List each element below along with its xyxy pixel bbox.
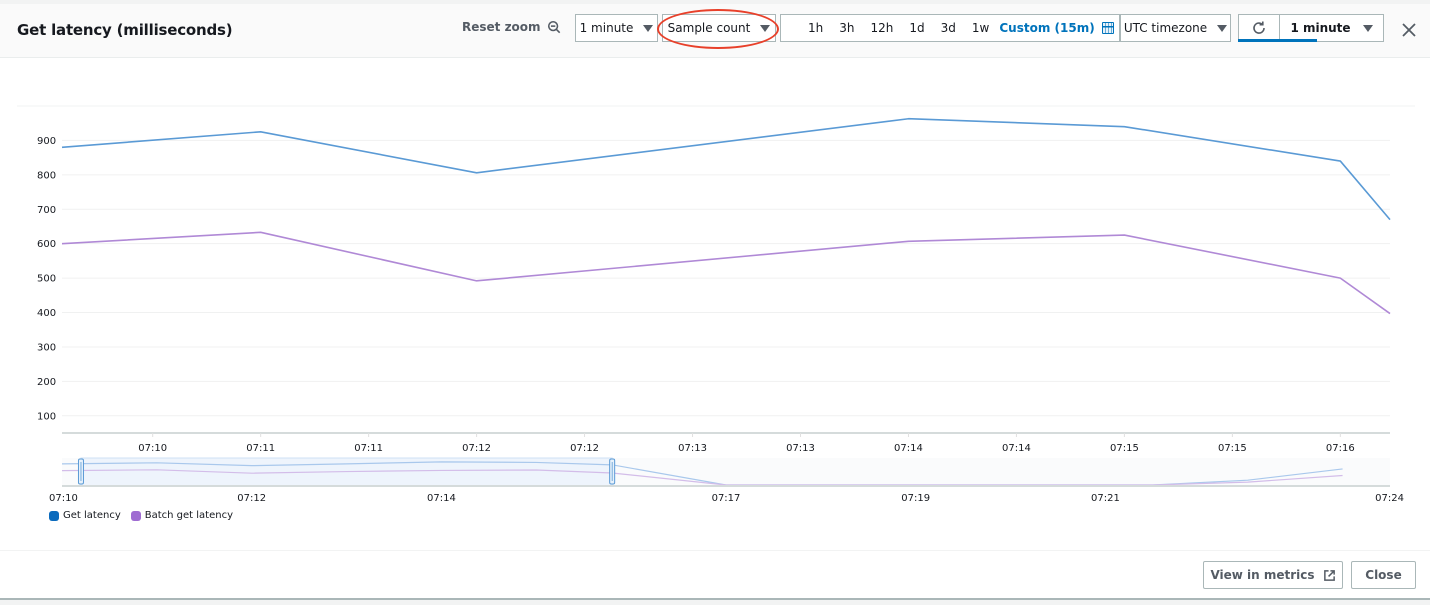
time-range-selector: 1h 3h 12h 1d 3d 1w Custom (15m): [780, 14, 1120, 42]
x-tick-label: 07:12: [570, 443, 599, 454]
statistic-select[interactable]: Sample count: [662, 14, 776, 42]
x-tick-label: 07:11: [246, 443, 275, 454]
series-line-get-latency: [61, 117, 1391, 221]
calendar-icon: [1101, 22, 1114, 34]
time-range-1h[interactable]: 1h: [800, 21, 831, 35]
navigator-tick-label: 07:10: [49, 493, 78, 504]
refresh-button[interactable]: [1238, 14, 1280, 42]
custom-range-label: Custom (15m): [999, 21, 1095, 35]
x-tick-label: 07:15: [1110, 443, 1139, 454]
legend-item-batch-get-latency[interactable]: Batch get latency: [130, 510, 233, 521]
time-range-3h[interactable]: 3h: [831, 21, 862, 35]
metric-detail-modal: Get latency (milliseconds) Reset zoom 1 …: [0, 4, 1430, 600]
time-range-12h[interactable]: 12h: [863, 21, 902, 35]
refresh-icon: [1253, 21, 1265, 34]
x-tick-label: 07:14: [1002, 443, 1031, 454]
x-tick-label: 07:15: [1218, 443, 1247, 454]
timezone-select-value: UTC timezone: [1123, 21, 1208, 35]
time-range-1w[interactable]: 1w: [964, 21, 997, 35]
x-tick-label: 07:12: [462, 443, 491, 454]
custom-range-button[interactable]: Custom (15m): [999, 21, 1114, 35]
y-tick-label: 600: [37, 239, 56, 250]
refresh-control: 1 minute: [1238, 14, 1384, 42]
caret-down-icon: [760, 24, 771, 32]
navigator-tick-label: 07:24: [1375, 493, 1404, 504]
caret-down-icon: [1362, 24, 1373, 32]
time-range-1d[interactable]: 1d: [901, 21, 932, 35]
navigator-tick-label: 07:12: [237, 493, 266, 504]
reset-zoom-label: Reset zoom: [462, 20, 541, 34]
time-range-3d[interactable]: 3d: [933, 21, 964, 35]
navigator-tick-label: 07:14: [427, 493, 456, 504]
external-link-icon: [1323, 569, 1335, 581]
caret-down-icon: [1217, 24, 1228, 32]
y-tick-label: 800: [37, 170, 56, 181]
modal-header: Get latency (milliseconds) Reset zoom 1 …: [0, 4, 1430, 58]
navigator-tick-label: 07:17: [712, 493, 741, 504]
period-select-value: 1 minute: [579, 21, 634, 35]
chart-legend: Get latency Batch get latency: [49, 510, 233, 521]
reset-zoom-button[interactable]: Reset zoom: [462, 20, 561, 34]
view-in-metrics-label: View in metrics: [1210, 568, 1315, 582]
y-tick-label: 100: [37, 411, 56, 422]
timezone-select[interactable]: UTC timezone: [1120, 14, 1231, 42]
legend-swatch: [49, 510, 59, 521]
x-tick-label: 07:14: [894, 443, 923, 454]
statistic-select-value: Sample count: [667, 21, 751, 35]
navigator-tick-label: 07:19: [901, 493, 930, 504]
x-tick-label: 07:16: [1326, 443, 1355, 454]
series-line-batch-get-latency: [61, 231, 1391, 315]
close-button-label: Close: [1365, 568, 1402, 582]
legend-swatch: [130, 510, 141, 521]
y-tick-label: 500: [37, 274, 56, 285]
navigator-tick-label: 07:21: [1091, 493, 1120, 504]
y-tick-label: 900: [37, 136, 56, 147]
legend-label: Get latency: [63, 510, 121, 521]
x-tick-label: 07:13: [786, 443, 815, 454]
close-icon[interactable]: [1399, 20, 1419, 40]
refresh-interval-select[interactable]: 1 minute: [1279, 14, 1384, 42]
refresh-progress-bar: [1238, 39, 1317, 42]
refresh-interval-value: 1 minute: [1290, 21, 1351, 35]
y-tick-label: 200: [37, 377, 56, 388]
period-select[interactable]: 1 minute: [575, 14, 658, 42]
footer-divider: [0, 550, 1430, 551]
legend-label: Batch get latency: [144, 510, 233, 521]
x-tick-label: 07:13: [678, 443, 707, 454]
zoom-out-icon: [547, 20, 560, 34]
caret-down-icon: [643, 24, 654, 32]
close-button[interactable]: Close: [1351, 561, 1416, 589]
y-tick-label: 300: [37, 342, 56, 353]
x-tick-label: 07:10: [138, 443, 167, 454]
page-title: Get latency (milliseconds): [17, 21, 233, 39]
y-tick-label: 400: [37, 308, 56, 319]
view-in-metrics-button[interactable]: View in metrics: [1203, 561, 1343, 589]
legend-item-get-latency[interactable]: Get latency: [49, 510, 121, 521]
y-tick-label: 700: [37, 205, 56, 216]
x-tick-label: 07:11: [354, 443, 383, 454]
latency-chart[interactable]: 100 200 300 400 500 600 700 800 900 07:10 07:11 07:…: [0, 58, 1430, 528]
